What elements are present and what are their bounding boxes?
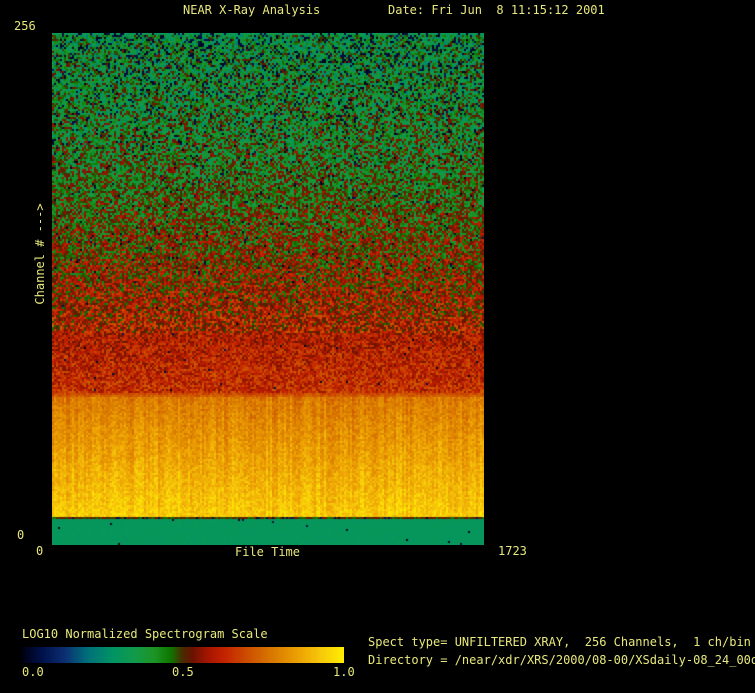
y-axis-max-tick: 256 xyxy=(14,19,36,33)
color-scale-title: LOG10 Normalized Spectrogram Scale xyxy=(22,627,268,641)
color-scale-tick-mid: 0.5 xyxy=(172,665,194,679)
xray-analysis-window: NEAR X-Ray Analysis Date: Fri Jun 8 11:1… xyxy=(0,0,755,693)
x-axis-max-tick: 1723 xyxy=(498,544,527,558)
x-axis-min-tick: 0 xyxy=(36,544,44,558)
date-label: Date: Fri Jun 8 11:15:12 2001 xyxy=(388,3,605,17)
spect-type-info: Spect type= UNFILTERED XRAY, 256 Channel… xyxy=(368,635,751,649)
colorbar-gradient xyxy=(22,647,344,663)
y-axis-min-tick: 0 xyxy=(17,528,25,542)
color-scale-tick-min: 0.0 xyxy=(22,665,44,679)
color-scale-tick-max: 1.0 xyxy=(333,665,355,679)
directory-info: Directory = /near/xdr/XRS/2000/08-00/XSd… xyxy=(368,653,755,667)
y-axis-title: Channel # ---> xyxy=(33,203,47,305)
spectrogram-image xyxy=(52,33,484,545)
x-axis-title: File Time xyxy=(234,545,301,559)
page-title: NEAR X-Ray Analysis xyxy=(183,3,321,17)
